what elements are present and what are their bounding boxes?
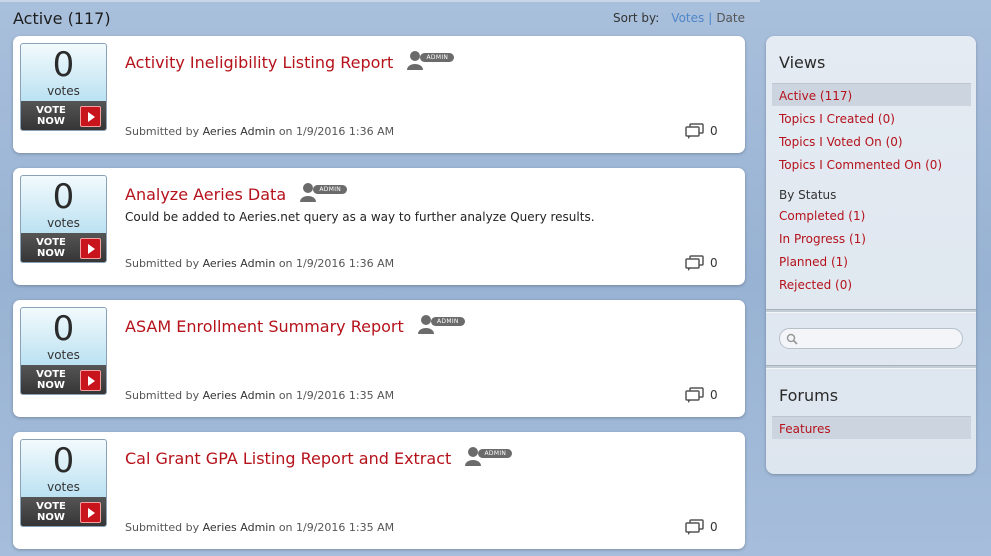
topic-title-link[interactable]: Analyze Aeries Data <box>125 185 286 204</box>
sidebar: Views Active (117) Topics I Created (0) … <box>766 36 976 474</box>
comment-count: 0 <box>710 124 718 138</box>
list-title: Active (117) <box>13 9 111 28</box>
sort-control: Sort by: Votes | Date <box>613 11 745 25</box>
vote-count: 0 <box>52 309 75 349</box>
submitted-date: on 1/9/2016 1:36 AM <box>278 125 395 138</box>
play-arrow-icon <box>80 370 101 391</box>
vote-now-button[interactable]: VOTE NOW <box>21 233 106 262</box>
list-header: Active (117) Sort by: Votes | Date <box>13 8 745 30</box>
submitted-date: on 1/9/2016 1:35 AM <box>278 389 395 402</box>
author-name: Aeries Admin <box>202 257 276 270</box>
admin-tag: ADMIN <box>313 185 348 194</box>
topic-title: Analyze Aeries Data ADMIN <box>125 182 349 204</box>
search-input[interactable] <box>779 328 963 349</box>
vote-unit-label: votes <box>47 480 80 494</box>
vote-now-label: VOTE NOW <box>36 369 66 391</box>
topic-title-link[interactable]: Cal Grant GPA Listing Report and Extract <box>125 449 451 468</box>
view-topics-created-link[interactable]: Topics I Created (0) <box>779 112 895 126</box>
vote-widget: 0 votes VOTE NOW <box>20 43 107 131</box>
vote-now-label: VOTE NOW <box>36 105 66 127</box>
forum-features-link[interactable]: Features <box>779 422 831 436</box>
views-heading: Views <box>779 53 826 72</box>
sidebar-divider <box>766 365 976 369</box>
forums-heading: Forums <box>779 386 839 405</box>
vote-count: 0 <box>52 45 75 85</box>
topic-card: 0 votes VOTE NOW Activity Ineligibility L… <box>13 36 745 153</box>
submitted-prefix: Submitted by <box>125 257 200 270</box>
view-topics-voted-link[interactable]: Topics I Voted On (0) <box>779 135 903 149</box>
topic-card: 0 votes VOTE NOW ASAM Enrollment Summary … <box>13 300 745 417</box>
vote-unit-label: votes <box>47 216 80 230</box>
author-name: Aeries Admin <box>202 521 276 534</box>
author-name: Aeries Admin <box>202 389 276 402</box>
vote-widget: 0 votes VOTE NOW <box>20 307 107 395</box>
comments-link[interactable]: 0 <box>685 122 735 140</box>
comments-icon <box>685 255 704 271</box>
submitted-date: on 1/9/2016 1:36 AM <box>278 257 395 270</box>
status-completed-link[interactable]: Completed (1) <box>779 209 865 223</box>
vote-now-label: VOTE NOW <box>36 501 66 523</box>
topic-title: Activity Ineligibility Listing Report AD… <box>125 50 456 72</box>
vote-now-button[interactable]: VOTE NOW <box>21 497 106 526</box>
vote-now-button[interactable]: VOTE NOW <box>21 365 106 394</box>
topic-title: ASAM Enrollment Summary Report ADMIN <box>125 314 467 336</box>
topic-title: Cal Grant GPA Listing Report and Extract… <box>125 446 514 468</box>
sort-separator: | <box>708 11 713 25</box>
comments-link[interactable]: 0 <box>685 254 735 272</box>
admin-tag: ADMIN <box>420 53 455 62</box>
author-name: Aeries Admin <box>202 125 276 138</box>
submitted-prefix: Submitted by <box>125 125 200 138</box>
sidebar-divider <box>766 309 976 313</box>
topic-title-link[interactable]: ASAM Enrollment Summary Report <box>125 317 404 336</box>
submitted-prefix: Submitted by <box>125 521 200 534</box>
topic-title-link[interactable]: Activity Ineligibility Listing Report <box>125 53 393 72</box>
play-arrow-icon <box>80 238 101 259</box>
sort-label: Sort by: <box>612 11 660 25</box>
comment-count: 0 <box>710 256 718 270</box>
admin-tag: ADMIN <box>478 449 513 458</box>
comments-icon <box>685 123 704 139</box>
search-icon <box>786 333 798 345</box>
view-topics-commented-link[interactable]: Topics I Commented On (0) <box>779 158 942 172</box>
submitted-info: Submitted by Aeries Admin on 1/9/2016 1:… <box>125 125 394 138</box>
topic-card: 0 votes VOTE NOW Cal Grant GPA Listing Re… <box>13 432 745 549</box>
vote-count: 0 <box>52 441 75 481</box>
submitted-info: Submitted by Aeries Admin on 1/9/2016 1:… <box>125 257 394 270</box>
vote-unit-label: votes <box>47 348 80 362</box>
admin-tag: ADMIN <box>430 317 465 326</box>
comments-link[interactable]: 0 <box>685 386 735 404</box>
sort-date-link[interactable]: Date <box>716 11 745 25</box>
status-planned-link[interactable]: Planned (1) <box>779 255 848 269</box>
admin-badge: ADMIN <box>406 50 456 70</box>
vote-now-label: VOTE NOW <box>36 237 66 259</box>
admin-badge: ADMIN <box>464 446 514 466</box>
comment-count: 0 <box>710 520 718 534</box>
topic-card: 0 votes VOTE NOW Analyze Aeries Data ADMI… <box>13 168 745 285</box>
topic-description: Could be added to Aeries.net query as a … <box>125 210 595 224</box>
submitted-prefix: Submitted by <box>125 389 200 402</box>
status-in-progress-link[interactable]: In Progress (1) <box>779 232 866 246</box>
status-rejected-link[interactable]: Rejected (0) <box>779 278 852 292</box>
vote-unit-label: votes <box>47 84 80 98</box>
vote-widget: 0 votes VOTE NOW <box>20 175 107 263</box>
vote-widget: 0 votes VOTE NOW <box>20 439 107 527</box>
vote-count: 0 <box>52 177 75 217</box>
comments-link[interactable]: 0 <box>685 518 735 536</box>
comments-icon <box>685 519 704 535</box>
view-active-link[interactable]: Active (117) <box>779 89 852 103</box>
submitted-date: on 1/9/2016 1:35 AM <box>278 521 395 534</box>
comments-icon <box>685 387 704 403</box>
play-arrow-icon <box>80 106 101 127</box>
status-heading: By Status <box>779 188 837 202</box>
admin-badge: ADMIN <box>299 182 349 202</box>
sort-votes-link[interactable]: Votes <box>671 11 704 25</box>
submitted-info: Submitted by Aeries Admin on 1/9/2016 1:… <box>125 389 394 402</box>
comment-count: 0 <box>710 388 718 402</box>
submitted-info: Submitted by Aeries Admin on 1/9/2016 1:… <box>125 521 394 534</box>
play-arrow-icon <box>80 502 101 523</box>
top-divider <box>0 0 760 2</box>
admin-badge: ADMIN <box>417 314 467 334</box>
vote-now-button[interactable]: VOTE NOW <box>21 101 106 130</box>
